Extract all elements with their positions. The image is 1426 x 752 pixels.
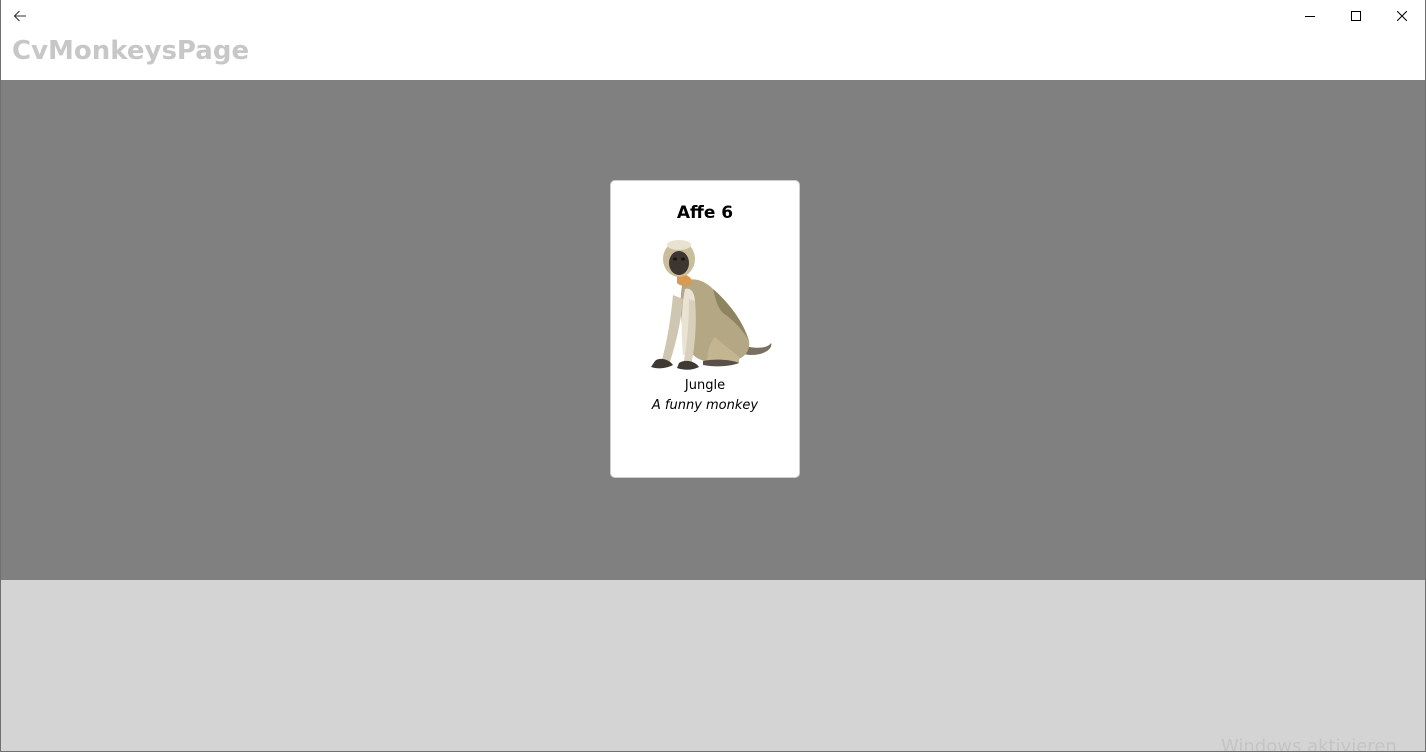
back-button[interactable] bbox=[5, 2, 35, 30]
activation-watermark: Windows aktivieren bbox=[1221, 736, 1397, 752]
maximize-button[interactable] bbox=[1333, 0, 1379, 32]
close-icon bbox=[1397, 11, 1407, 21]
monkey-card[interactable]: Affe 6 Jungle A funny monkey bbox=[610, 180, 800, 478]
page-header: CvMonkeysPage bbox=[1, 32, 1425, 80]
minimize-button[interactable] bbox=[1287, 0, 1333, 32]
page-title: CvMonkeysPage bbox=[12, 36, 250, 66]
monkey-location: Jungle bbox=[684, 378, 726, 393]
app-window: CvMonkeysPage Affe 6 Jungle A funny monk… bbox=[0, 0, 1426, 752]
caption-buttons bbox=[1287, 0, 1425, 32]
monkey-photo bbox=[651, 240, 772, 370]
close-button[interactable] bbox=[1379, 0, 1425, 32]
minimize-icon bbox=[1305, 16, 1315, 17]
title-bar bbox=[1, 0, 1425, 32]
monkey-details: A funny monkey bbox=[651, 398, 759, 413]
back-arrow-icon bbox=[13, 10, 26, 22]
maximize-icon bbox=[1351, 11, 1361, 21]
monkeys-carousel[interactable]: Affe 6 Jungle A funny monkey bbox=[1, 80, 1425, 580]
monkey-name: Affe 6 bbox=[676, 203, 734, 223]
